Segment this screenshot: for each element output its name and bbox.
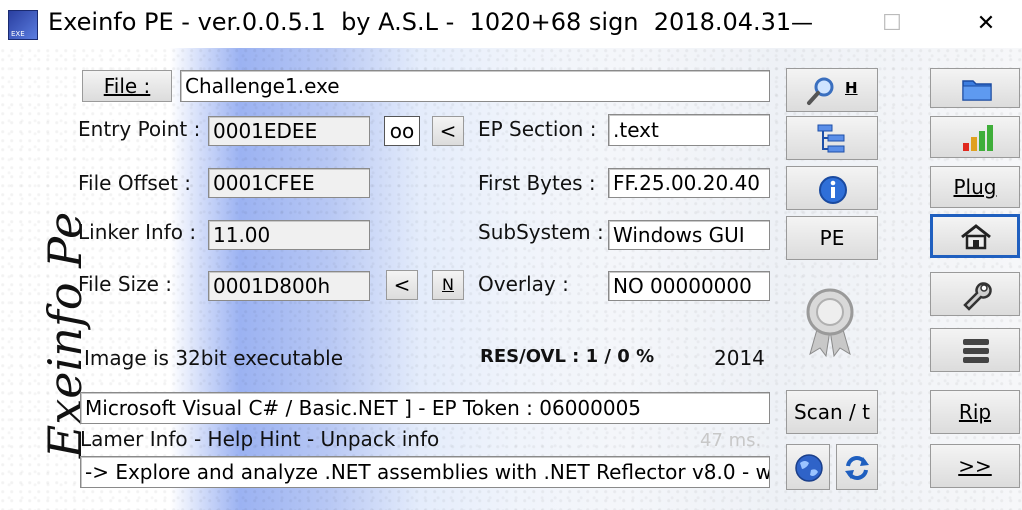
linker-info-label: Linker Info :	[78, 220, 197, 244]
lamer-info-link[interactable]: Lamer Info - Help Hint - Unpack info	[80, 427, 439, 451]
info-button[interactable]	[786, 166, 878, 210]
stats-button[interactable]	[930, 116, 1020, 158]
globe-icon	[795, 454, 823, 482]
file-button[interactable]: File :	[82, 70, 172, 102]
open-folder-button[interactable]	[930, 68, 1020, 108]
search-button[interactable]: H	[786, 68, 878, 112]
subsystem-field[interactable]: Windows GUI	[608, 220, 770, 250]
next-label: >>	[958, 454, 992, 478]
tools-button[interactable]	[930, 272, 1020, 316]
file-size-field[interactable]: 0001D800h	[208, 271, 370, 301]
first-bytes-field[interactable]: FF.25.00.20.40	[608, 168, 770, 198]
title-bar: Exeinfo PE - ver.0.0.5.1 by A.S.L - 1020…	[0, 0, 1022, 48]
info-icon	[819, 176, 847, 204]
timing-text: 47 ms.	[700, 430, 762, 451]
stack-icon	[963, 339, 989, 363]
magnifier-icon	[807, 77, 834, 105]
section-tree-icon	[817, 124, 845, 153]
plug-label: Plug	[953, 175, 997, 199]
overlay-label: Overlay :	[478, 272, 569, 296]
next-button[interactable]: >>	[930, 444, 1020, 488]
res-ovl-text: RES/OVL : 1 / 0 %	[480, 346, 655, 367]
plugins-button[interactable]: Plug	[930, 166, 1020, 208]
home-button[interactable]	[930, 214, 1020, 258]
entry-point-field[interactable]: 0001EDEE	[208, 116, 370, 146]
detection-result-field[interactable]: Microsoft Visual C# / Basic.NET ] - EP T…	[80, 392, 770, 424]
wrench-icon	[963, 282, 992, 311]
ep-section-label: EP Section :	[478, 117, 597, 141]
pe-button[interactable]: PE	[786, 216, 878, 260]
refresh-icon	[845, 456, 869, 480]
year-text: 2014	[714, 346, 765, 370]
minimize-button[interactable]: —	[774, 0, 830, 48]
file-offset-label: File Offset :	[78, 171, 192, 195]
file-size-label: File Size :	[78, 272, 172, 296]
folder-icon	[962, 80, 992, 101]
file-path-field[interactable]: Challenge1.exe	[180, 70, 770, 102]
exeinfo-window: Exeinfo PE - ver.0.0.5.1 by A.S.L - 1020…	[0, 0, 1022, 510]
ep-section-field[interactable]: .text	[608, 114, 770, 146]
signal-bars-icon	[963, 125, 993, 151]
size-back-button[interactable]: <	[386, 270, 418, 300]
subsystem-label: SubSystem :	[478, 220, 604, 244]
search-h-label: H	[845, 79, 858, 97]
rip-label: Rip	[958, 400, 992, 424]
linker-info-field[interactable]: 11.00	[208, 220, 370, 250]
maximize-button[interactable]: ☐	[864, 0, 920, 48]
sections-button[interactable]	[786, 116, 878, 160]
window-title: Exeinfo PE - ver.0.0.5.1 by A.S.L - 1020…	[48, 8, 792, 36]
overlay-field[interactable]: NO 00000000	[608, 271, 770, 301]
app-icon	[8, 10, 38, 40]
rip-button[interactable]: Rip	[930, 390, 1020, 434]
scan-button[interactable]: Scan / t	[786, 390, 878, 434]
entry-point-label: Entry Point :	[78, 117, 201, 141]
close-button[interactable]: ✕	[958, 0, 1014, 48]
file-offset-field[interactable]: 0001CFEE	[208, 168, 370, 198]
size-n-label: N	[442, 275, 454, 294]
options-button[interactable]	[930, 328, 1020, 372]
refresh-button[interactable]	[836, 444, 878, 490]
image-info-text: Image is 32bit executable	[84, 346, 344, 370]
first-bytes-label: First Bytes :	[478, 171, 596, 195]
hint-field[interactable]: -> Explore and analyze .NET assemblies w…	[80, 456, 770, 488]
ep-oo-button[interactable]: oo	[384, 116, 420, 146]
ep-back-button[interactable]: <	[432, 116, 464, 146]
web-button[interactable]	[786, 444, 830, 490]
size-n-button[interactable]: N	[432, 270, 464, 300]
medal-icon	[806, 288, 854, 358]
home-icon	[961, 224, 991, 250]
file-button-label: File :	[103, 74, 151, 98]
main-panel: Exeinfo Pe File : Challenge1.exe Entry P…	[0, 48, 1022, 510]
